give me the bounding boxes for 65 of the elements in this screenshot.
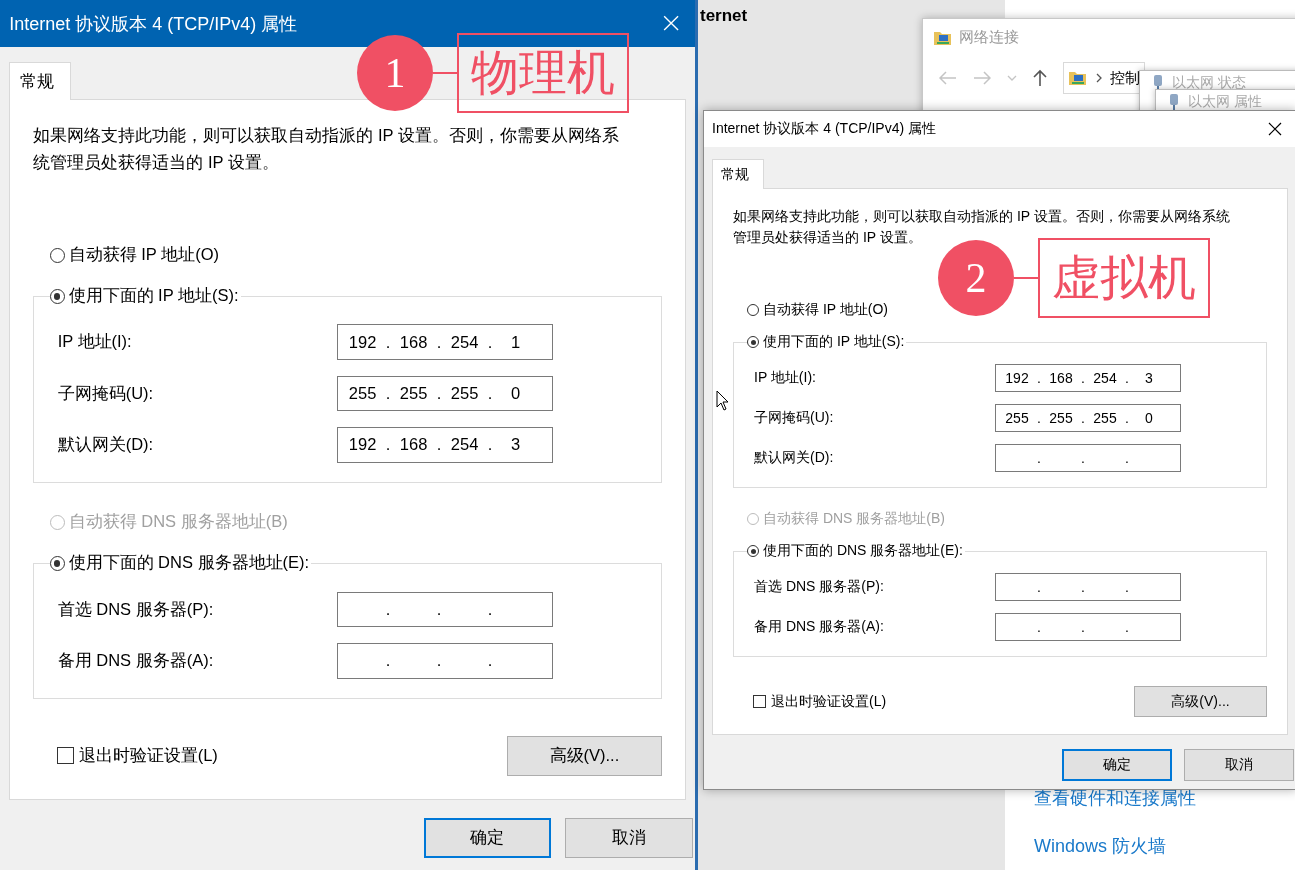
dialog-button[interactable]: 取消 (565, 817, 693, 859)
network-cable-icon (1168, 93, 1180, 111)
ip-address-field[interactable]: 192 . 168 . 254 . 3 (995, 364, 1181, 392)
window-heading: ternet (700, 6, 748, 26)
dialog-button[interactable]: 确定 (423, 817, 552, 859)
tab[interactable]: 常规 (9, 62, 71, 101)
radio-button[interactable] (747, 304, 759, 316)
radio-button[interactable] (747, 545, 759, 557)
field-label: 子网掩码(U): (56, 382, 155, 404)
chevron-icon (1096, 73, 1102, 83)
ip-address-field[interactable]: 192 . 168 . 254 . 3 (337, 426, 553, 463)
field-label: 首选 DNS 服务器(P): (56, 598, 215, 620)
network-folder-icon (1068, 69, 1088, 87)
field-label: 子网掩码(U): (753, 409, 835, 427)
annotation-label: 物理机 (457, 33, 629, 113)
window-title: 以太网 状态 (1172, 74, 1246, 92)
ip-address-field[interactable]: 255 . 255 . 255 . 0 (995, 404, 1181, 432)
advanced-button[interactable]: 高级(V)... (507, 735, 662, 776)
checkbox[interactable] (56, 747, 74, 765)
mouse-cursor-icon (716, 390, 729, 411)
field-label: IP 地址(I): (56, 331, 133, 353)
breadcrumb-item[interactable]: 控制 (1110, 68, 1140, 88)
checkbox[interactable] (753, 695, 766, 708)
tab[interactable]: 常规 (712, 159, 764, 189)
ip-address-field[interactable]: . . . (995, 613, 1181, 641)
radio-label[interactable]: 使用下面的 DNS 服务器地址(E): (68, 552, 310, 575)
radio-label[interactable]: 使用下面的 IP 地址(S): (763, 333, 905, 351)
ip-address-field[interactable]: . . . (995, 573, 1181, 601)
radio-button[interactable] (49, 555, 65, 571)
close-icon[interactable] (1268, 122, 1282, 136)
radio-label[interactable]: 使用下面的 IP 地址(S): (68, 285, 239, 308)
field-label: 默认网关(D): (56, 433, 155, 455)
dialog-button[interactable]: 确定 (1062, 749, 1172, 781)
checkbox-label[interactable]: 退出时验证设置(L) (771, 692, 887, 711)
link[interactable]: Windows 防火墙 (1034, 834, 1196, 858)
description-text: 如果网络支持此功能，则可以获取自动指派的 IP 设置。否则，你需要从网络系统管理员处获得适当的 IP 设置。 (33, 125, 620, 174)
radio-button[interactable] (49, 247, 65, 263)
window-title: Internet 协议版本 4 (TCP/IPv4) 属性 (712, 120, 937, 138)
up-icon[interactable] (1033, 69, 1047, 87)
leader-line (433, 72, 457, 74)
radio-label[interactable]: 自动获得 IP 地址(O) (763, 301, 888, 319)
dialog-button[interactable]: 取消 (1184, 749, 1294, 781)
field-label: 首选 DNS 服务器(P): (753, 578, 885, 596)
radio-label[interactable]: 使用下面的 DNS 服务器地址(E): (763, 542, 963, 560)
link[interactable]: 查看硬件和连接属性 (1034, 786, 1196, 810)
field-label: 备用 DNS 服务器(A): (753, 618, 885, 636)
ip-address-field[interactable]: 192 . 168 . 254 . 1 (337, 324, 553, 361)
window-title: 网络连接 (959, 28, 1019, 47)
annotation-label: 虚拟机 (1038, 238, 1210, 318)
window-title: 以太网 属性 (1188, 93, 1262, 111)
radio-label[interactable]: 自动获得 IP 地址(O) (68, 244, 219, 267)
field-label: 默认网关(D): (753, 449, 835, 467)
radio-button[interactable] (49, 288, 65, 304)
ip-address-field[interactable]: . . . (995, 444, 1181, 472)
ip-address-field[interactable]: 255 . 255 . 255 . 0 (337, 375, 553, 412)
advanced-button[interactable]: 高级(V)... (1134, 686, 1267, 717)
network-cable-icon (1152, 74, 1164, 92)
checkbox-label[interactable]: 退出时验证设置(L) (78, 744, 218, 767)
radio-button[interactable] (747, 336, 759, 348)
ip-address-field[interactable]: . . . (337, 642, 553, 679)
field-label: IP 地址(I): (753, 369, 817, 387)
window-title: Internet 协议版本 4 (TCP/IPv4) 属性 (9, 12, 298, 36)
leader-line (1014, 277, 1038, 279)
field-label: 备用 DNS 服务器(A): (56, 649, 215, 671)
ip-address-field[interactable]: . . . (337, 591, 553, 628)
